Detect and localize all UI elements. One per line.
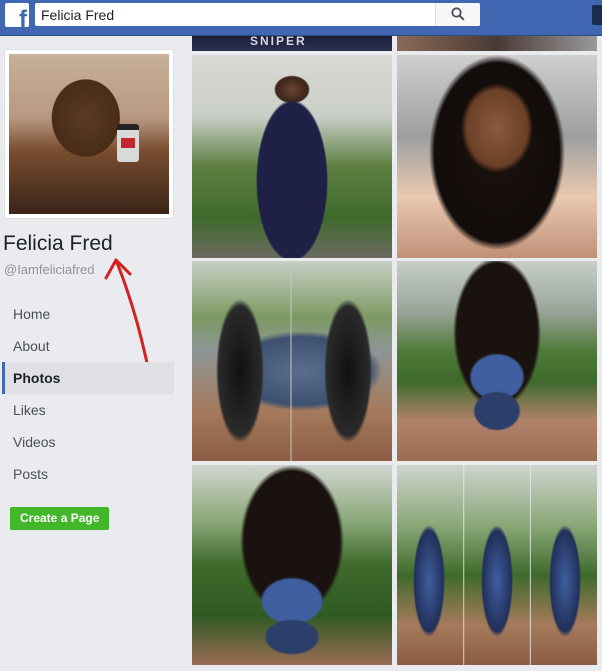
page-navigation: Home About Photos Likes Videos Posts [2, 298, 174, 490]
search-box [35, 3, 480, 26]
shirt-text: SNIPER [250, 36, 307, 48]
photo-thumbnail[interactable] [397, 55, 597, 258]
search-button[interactable] [435, 3, 480, 26]
nav-item-posts[interactable]: Posts [2, 458, 174, 490]
top-navigation-bar: f [0, 0, 602, 36]
nav-item-about[interactable]: About [2, 330, 174, 362]
profile-picture [9, 54, 169, 214]
search-icon [451, 7, 465, 21]
page-username[interactable]: @Iamfeliciafred [4, 262, 95, 277]
facebook-logo-icon[interactable]: f [5, 3, 29, 27]
nav-item-home[interactable]: Home [2, 298, 174, 330]
photo-thumbnail[interactable] [397, 261, 597, 461]
profile-picture-frame[interactable] [4, 49, 174, 219]
photo-thumbnail[interactable]: SNIPER [192, 36, 392, 51]
nav-item-photos[interactable]: Photos [2, 362, 174, 394]
user-avatar[interactable] [592, 5, 602, 25]
nav-item-videos[interactable]: Videos [2, 426, 174, 458]
photo-thumbnail[interactable] [192, 465, 392, 665]
photo-thumbnail[interactable] [192, 55, 392, 258]
product-bottle [117, 124, 139, 162]
photo-thumbnail[interactable] [397, 465, 597, 665]
nav-item-likes[interactable]: Likes [2, 394, 174, 426]
page-title: Felicia Fred [3, 232, 113, 255]
create-page-button[interactable]: Create a Page [10, 507, 110, 530]
search-input[interactable] [35, 3, 435, 26]
photo-thumbnail[interactable] [192, 261, 392, 461]
photo-thumbnail[interactable] [397, 36, 597, 51]
